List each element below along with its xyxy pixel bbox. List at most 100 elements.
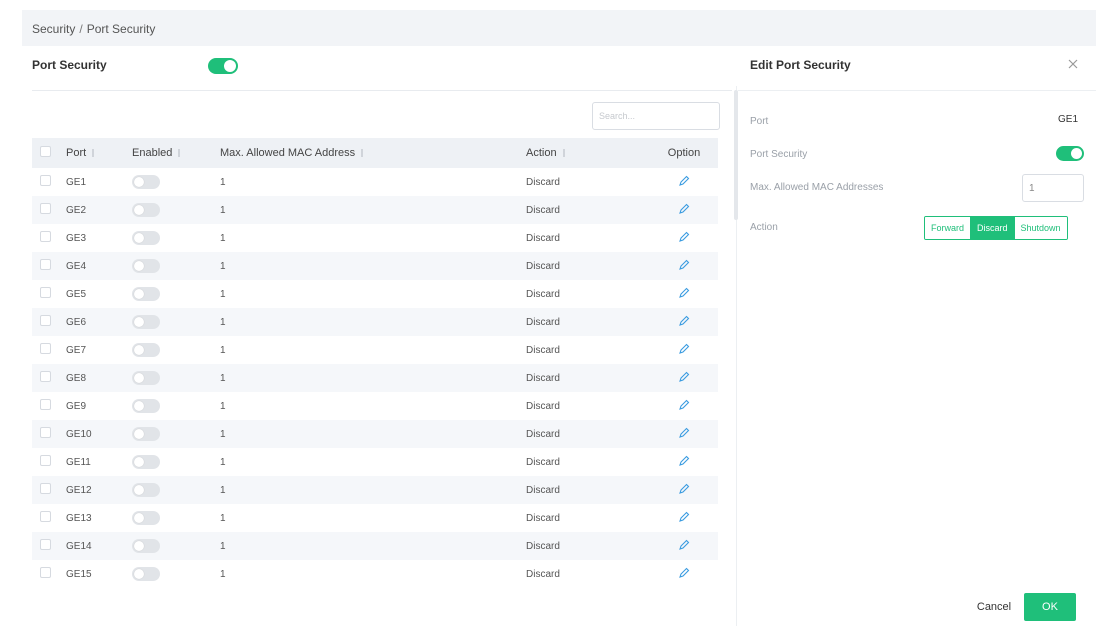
cell-action: Discard <box>526 512 560 524</box>
cell-max-mac: 1 <box>220 204 226 216</box>
cell-port: GE12 <box>66 484 92 496</box>
row-checkbox[interactable] <box>40 259 51 270</box>
row-enabled-toggle[interactable] <box>132 203 160 217</box>
row-checkbox[interactable] <box>40 483 51 494</box>
cell-max-mac: 1 <box>220 316 226 328</box>
sort-icon <box>562 149 565 158</box>
cell-action: Discard <box>526 372 560 384</box>
edit-icon[interactable] <box>677 231 691 245</box>
port-value: GE1 <box>1058 114 1079 125</box>
edit-icon[interactable] <box>677 287 691 301</box>
cell-max-mac: 1 <box>220 176 226 188</box>
cell-max-mac: 1 <box>220 344 226 356</box>
cell-max-mac: 1 <box>220 400 226 412</box>
sort-icon <box>178 149 181 158</box>
action-forward-button[interactable]: Forward <box>925 217 972 239</box>
cell-port: GE8 <box>66 372 87 384</box>
row-checkbox[interactable] <box>40 567 51 578</box>
port-security-toggle[interactable] <box>208 58 238 74</box>
edit-icon[interactable] <box>677 315 691 329</box>
row-enabled-toggle[interactable] <box>132 343 160 357</box>
max-mac-input[interactable] <box>1022 174 1084 202</box>
select-all-checkbox[interactable] <box>40 146 51 157</box>
edit-icon[interactable] <box>677 399 691 413</box>
row-checkbox[interactable] <box>40 539 51 550</box>
breadcrumb-separator: / <box>79 22 83 36</box>
row-enabled-toggle[interactable] <box>132 427 160 441</box>
edit-icon[interactable] <box>677 427 691 441</box>
sort-icon <box>92 149 95 158</box>
table-row: GE11 1 Discard <box>32 448 718 476</box>
edit-icon[interactable] <box>677 259 691 273</box>
row-checkbox[interactable] <box>40 287 51 298</box>
edit-icon[interactable] <box>677 175 691 189</box>
edit-icon[interactable] <box>677 539 691 553</box>
edit-icon[interactable] <box>677 567 691 581</box>
action-segmented-control: Forward Discard Shutdown <box>924 216 1068 240</box>
row-enabled-toggle[interactable] <box>132 567 160 581</box>
cell-action: Discard <box>526 400 560 412</box>
cell-action: Discard <box>526 232 560 244</box>
edit-icon[interactable] <box>677 483 691 497</box>
row-checkbox[interactable] <box>40 371 51 382</box>
close-icon[interactable] <box>1068 56 1082 72</box>
cell-action: Discard <box>526 484 560 496</box>
table-row: GE13 1 Discard <box>32 504 718 532</box>
row-enabled-toggle[interactable] <box>132 511 160 525</box>
row-enabled-toggle[interactable] <box>132 539 160 553</box>
breadcrumb-security[interactable]: Security <box>32 22 75 36</box>
max-mac-label: Max. Allowed MAC Addresses <box>750 182 884 193</box>
edit-icon[interactable] <box>677 203 691 217</box>
action-shutdown-button[interactable]: Shutdown <box>1014 217 1067 239</box>
cancel-button[interactable]: Cancel <box>966 594 1022 620</box>
cell-action: Discard <box>526 540 560 552</box>
column-header-enabled[interactable]: Enabled <box>124 147 210 159</box>
cell-max-mac: 1 <box>220 540 226 552</box>
edit-icon[interactable] <box>677 343 691 357</box>
row-enabled-toggle[interactable] <box>132 231 160 245</box>
page-title: Port Security <box>32 58 107 72</box>
row-checkbox[interactable] <box>40 203 51 214</box>
table-row: GE2 1 Discard <box>32 196 718 224</box>
edit-panel-divider <box>738 90 1096 91</box>
row-checkbox[interactable] <box>40 427 51 438</box>
row-checkbox[interactable] <box>40 315 51 326</box>
row-enabled-toggle[interactable] <box>132 483 160 497</box>
row-enabled-toggle[interactable] <box>132 399 160 413</box>
cell-port: GE1 <box>66 176 87 188</box>
column-header-port[interactable]: Port <box>58 147 124 159</box>
row-checkbox[interactable] <box>40 231 51 242</box>
column-header-action[interactable]: Action <box>518 147 650 159</box>
search-input[interactable] <box>592 102 720 130</box>
title-divider <box>32 90 732 91</box>
table-row: GE15 1 Discard <box>32 560 718 588</box>
row-checkbox[interactable] <box>40 175 51 186</box>
table-row: GE5 1 Discard <box>32 280 718 308</box>
row-enabled-toggle[interactable] <box>132 315 160 329</box>
ok-button[interactable]: OK <box>1024 593 1076 621</box>
row-checkbox[interactable] <box>40 455 51 466</box>
edit-icon[interactable] <box>677 371 691 385</box>
row-checkbox[interactable] <box>40 511 51 522</box>
edit-icon[interactable] <box>677 455 691 469</box>
row-checkbox[interactable] <box>40 343 51 354</box>
cell-port: GE13 <box>66 512 92 524</box>
edit-icon[interactable] <box>677 511 691 525</box>
column-header-max-mac[interactable]: Max. Allowed MAC Address <box>210 147 518 159</box>
breadcrumb: Security / Port Security <box>22 14 1096 44</box>
main-panel: Port Security Port Enabled Max. Allowed … <box>22 46 1096 630</box>
action-discard-button[interactable]: Discard <box>971 217 1015 239</box>
row-enabled-toggle[interactable] <box>132 371 160 385</box>
row-enabled-toggle[interactable] <box>132 259 160 273</box>
row-checkbox[interactable] <box>40 399 51 410</box>
cell-port: GE15 <box>66 568 92 580</box>
table-row: GE8 1 Discard <box>32 364 718 392</box>
cell-action: Discard <box>526 344 560 356</box>
row-enabled-toggle[interactable] <box>132 175 160 189</box>
row-enabled-toggle[interactable] <box>132 287 160 301</box>
row-enabled-toggle[interactable] <box>132 455 160 469</box>
edit-port-security-toggle[interactable] <box>1056 146 1084 161</box>
cell-port: GE7 <box>66 344 87 356</box>
cell-max-mac: 1 <box>220 428 226 440</box>
cell-max-mac: 1 <box>220 568 226 580</box>
